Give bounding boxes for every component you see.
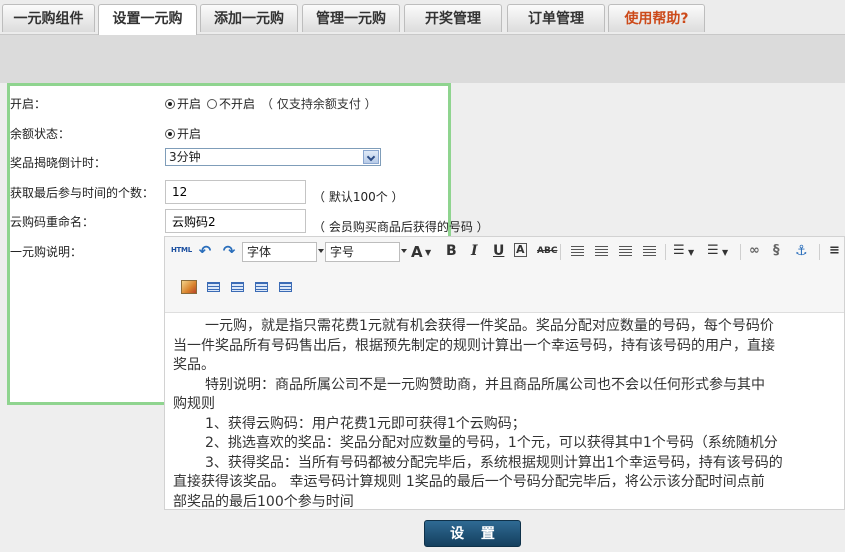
redo-icon[interactable]: ↷: [221, 242, 237, 260]
align-left-icon[interactable]: [571, 246, 584, 257]
enable-options: 开启 不开启 （ 仅支持余额支付 ）: [165, 95, 377, 112]
ordered-list-icon[interactable]: ☰: [673, 243, 685, 258]
content-line: 购规则: [173, 396, 215, 412]
content-line: 3、获得奖品：当所有号码都被分配完毕后，系统根据规则计算出1个幸运号码，持有该号…: [205, 454, 783, 471]
align-justify-icon[interactable]: [643, 246, 656, 257]
countdown-label: 奖品揭晓倒计时：: [10, 156, 107, 170]
align-center-icon[interactable]: [595, 246, 608, 257]
description-label: 一元购说明：: [10, 245, 83, 259]
balance-on-radio[interactable]: [165, 128, 175, 139]
strikethrough-icon[interactable]: ABC: [537, 246, 557, 256]
content-line: 奖品。: [173, 357, 215, 373]
anchor-icon[interactable]: ⚓: [795, 243, 808, 259]
balance-label: 余额状态：: [10, 127, 71, 141]
editor-toolbar: HTML ↶ ↷ 字体 字号 A ▼ B I U A ABC ☰ ▼ ☰ ▼ ∞…: [165, 237, 844, 313]
tab-add[interactable]: 添加一元购: [200, 4, 298, 32]
tab-component[interactable]: 一元购组件: [2, 4, 95, 32]
chevron-down-icon: [318, 249, 324, 253]
content-line: 当一件奖品所有号码售出后，根据预先制定的规则计算出一个幸运号码，持有该号码的用户…: [173, 337, 775, 354]
toolbar-divider: [665, 244, 666, 260]
image-float-left-icon[interactable]: [207, 282, 220, 292]
dim-top: [0, 35, 845, 83]
bold-icon[interactable]: B: [446, 243, 457, 259]
content-line: 1、获得云购码：用户花费1元即可获得1个云购码；: [205, 415, 526, 432]
image-float-right-icon[interactable]: [231, 282, 244, 292]
rich-text-editor: HTML ↶ ↷ 字体 字号 A ▼ B I U A ABC ☰ ▼ ☰ ▼ ∞…: [164, 236, 845, 510]
unordered-list-icon[interactable]: ☰: [707, 243, 719, 258]
tab-manage[interactable]: 管理一元购: [302, 4, 400, 32]
rename-hint: （ 会员购买商品后获得的号码 ）: [313, 220, 489, 234]
image-center-icon[interactable]: [255, 282, 268, 292]
font-color-icon[interactable]: A: [411, 243, 423, 261]
submit-button[interactable]: 设 置: [424, 520, 521, 547]
enable-label: 开启：: [10, 97, 47, 111]
chevron-down-icon[interactable]: ▼: [688, 248, 694, 257]
balance-on-label: 开启: [177, 127, 202, 141]
recent-count-input[interactable]: [165, 180, 306, 204]
countdown-select[interactable]: 3分钟: [165, 148, 381, 166]
enable-off-radio[interactable]: [207, 98, 218, 109]
underline-icon[interactable]: U: [493, 243, 504, 259]
tab-bar: 一元购组件 设置一元购 添加一元购 管理一元购 开奖管理 订单管理 使用帮助?: [0, 0, 845, 35]
enable-on-radio[interactable]: [165, 98, 175, 109]
chevron-down-icon[interactable]: ▼: [722, 248, 728, 257]
content-line: 特别说明：商品所属公司不是一元购赞助商，并且商品所属公司也不会以任何形式参与其中: [205, 376, 765, 393]
toolbar-divider: [819, 244, 820, 260]
rename-input[interactable]: [165, 209, 306, 233]
font-family-select[interactable]: 字体: [242, 242, 324, 262]
line-height-icon[interactable]: ≡: [829, 243, 840, 258]
tab-settings[interactable]: 设置一元购: [98, 4, 197, 35]
insert-image-icon[interactable]: [181, 280, 197, 294]
font-family-value: 字体: [247, 245, 272, 259]
recent-count-hint: （ 默认100个 ）: [313, 190, 404, 204]
editor-content[interactable]: 一元购，就是指只需花费1元就有机会获得一件奖品。奖品分配对应数量的号码，每个号码…: [173, 317, 844, 510]
chevron-down-icon: [401, 249, 407, 253]
content-line: 2、挑选喜欢的奖品：奖品分配对应数量的号码，1个元，可以获得其中1个号码（系统随…: [205, 435, 778, 451]
italic-icon[interactable]: I: [471, 243, 478, 259]
content-line: 一元购，就是指只需花费1元就有机会获得一件奖品。奖品分配对应数量的号码，每个号码…: [205, 318, 774, 334]
toolbar-divider: [740, 244, 741, 260]
enable-hint: （ 仅支持余额支付 ）: [261, 97, 377, 111]
unlink-icon[interactable]: §: [773, 243, 780, 258]
border-icon[interactable]: A: [514, 243, 527, 257]
font-size-value: 字号: [330, 245, 355, 259]
tab-orders[interactable]: 订单管理: [507, 4, 605, 32]
content-line: 直接获得该奖品。 幸运号码计算规则 1奖品的最后一个号码分配完毕后，将公示该分配…: [173, 474, 765, 490]
enable-on-label: 开启: [177, 97, 202, 111]
link-icon[interactable]: ∞: [749, 243, 760, 258]
tab-lottery[interactable]: 开奖管理: [404, 4, 502, 32]
tab-help[interactable]: 使用帮助?: [608, 4, 705, 32]
html-source-button[interactable]: HTML: [171, 246, 192, 254]
toolbar-divider: [560, 244, 561, 260]
content-line: 部奖品的最后100个参与时间: [173, 493, 354, 510]
undo-icon[interactable]: ↶: [197, 242, 213, 260]
balance-options: 开启: [165, 125, 201, 142]
countdown-value: 3分钟: [169, 150, 201, 164]
font-size-select[interactable]: 字号: [325, 242, 407, 262]
align-right-icon[interactable]: [619, 246, 632, 257]
image-none-icon[interactable]: [279, 282, 292, 292]
chevron-down-icon[interactable]: [363, 150, 379, 164]
recent-count-label: 获取最后参与时间的个数：: [10, 186, 155, 200]
chevron-down-icon[interactable]: ▼: [425, 248, 431, 257]
enable-off-label: 不开启: [219, 97, 256, 111]
rename-label: 云购码重命名：: [10, 215, 95, 229]
